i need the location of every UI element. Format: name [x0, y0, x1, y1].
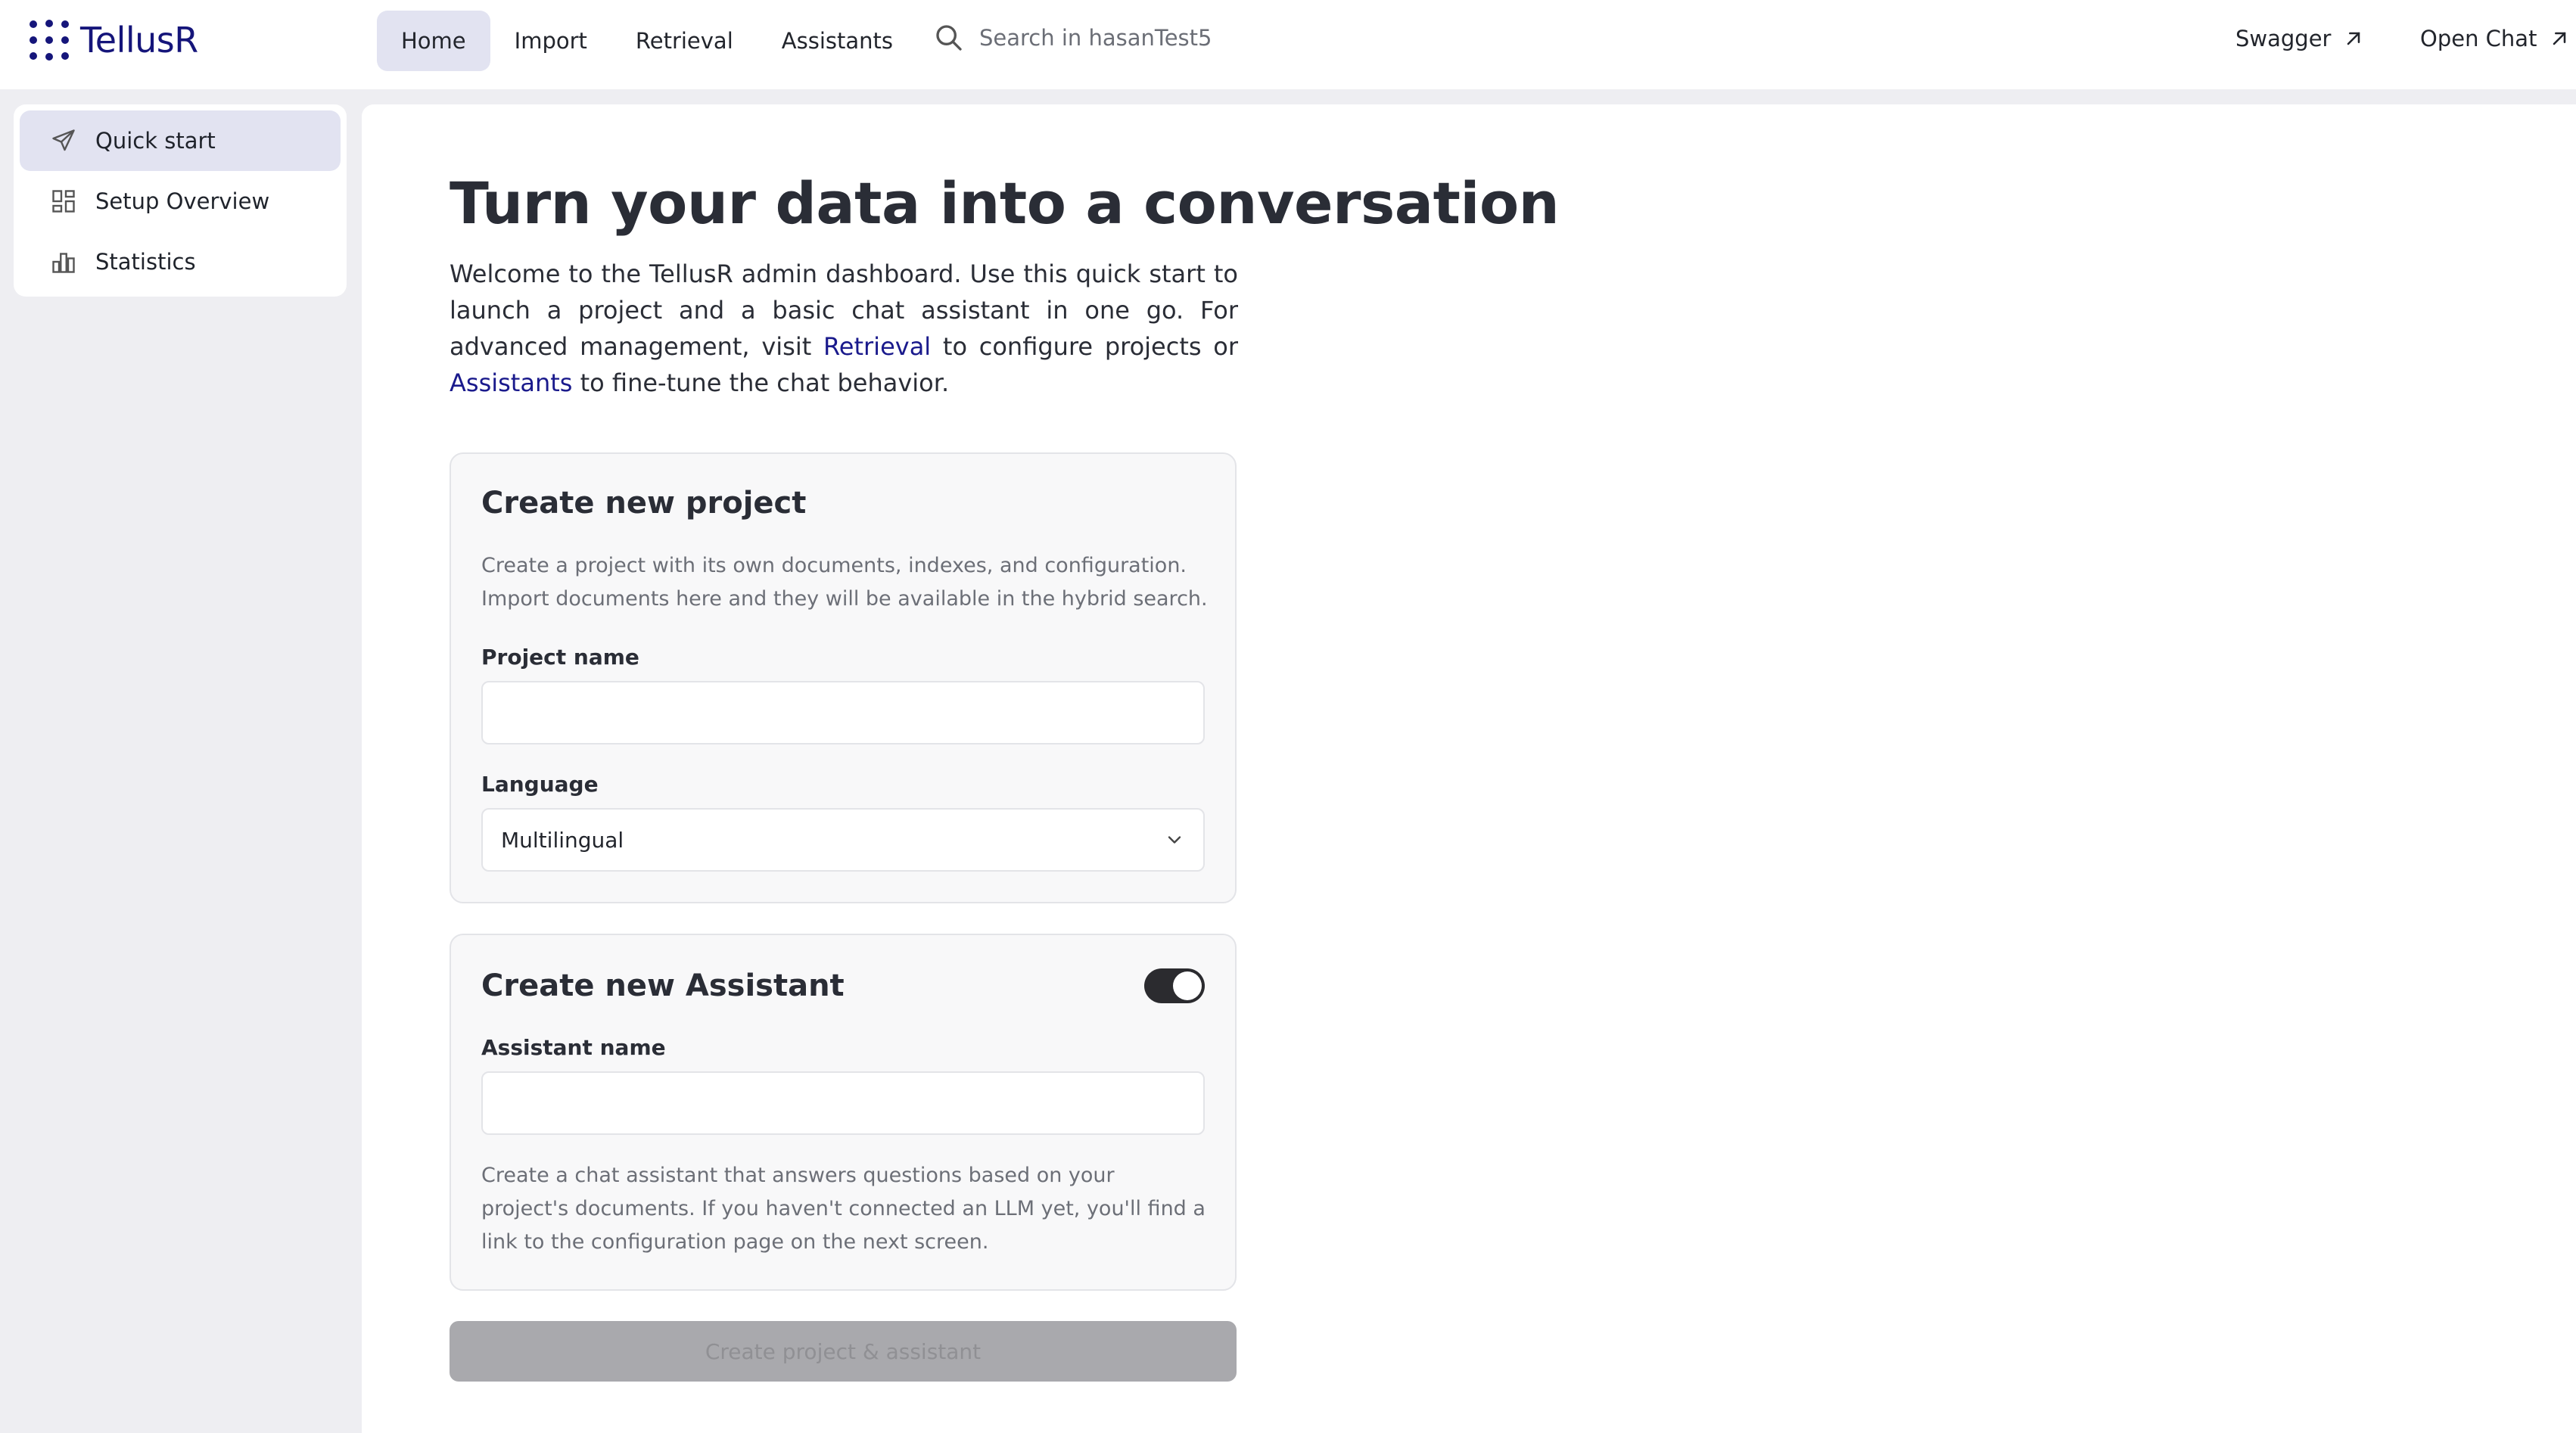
intro-text-part: to configure projects or [931, 332, 1239, 361]
intro-text: Welcome to the TellusR admin dashboard. … [450, 256, 1238, 401]
project-name-label: Project name [481, 645, 639, 670]
create-project-assistant-button[interactable]: Create project & assistant [450, 1321, 1237, 1382]
retrieval-link[interactable]: Retrieval [823, 332, 931, 361]
nav-assistants[interactable]: Assistants [758, 11, 917, 71]
search-bar [934, 23, 1283, 53]
tellusr-logo-icon [30, 20, 69, 61]
arrow-up-right-icon [2553, 32, 2566, 45]
toggle-knob [1173, 971, 1202, 1000]
sidebar-item-label: Quick start [95, 128, 216, 154]
sidebar: Quick start Setup Overview Statistics [14, 104, 347, 297]
language-label: Language [481, 772, 599, 797]
nav-retrieval[interactable]: Retrieval [611, 11, 758, 71]
send-icon [52, 129, 75, 151]
assistant-name-label: Assistant name [481, 1035, 666, 1060]
logo[interactable]: TellusR [29, 20, 198, 61]
language-select[interactable]: Multilingual [481, 808, 1205, 872]
assistant-toggle[interactable] [1144, 968, 1205, 1003]
nav-import[interactable]: Import [490, 11, 611, 71]
open-chat-link-label: Open Chat [2420, 26, 2537, 51]
create-project-description: Create a project with its own documents,… [481, 554, 1208, 611]
dashboard-icon [52, 190, 75, 213]
page-title: Turn your data into a conversation [450, 169, 1560, 237]
top-bar: TellusR Home Import Retrieval Assistants… [0, 0, 2576, 89]
assistant-name-input[interactable] [481, 1071, 1205, 1135]
language-select-value: Multilingual [501, 827, 624, 853]
swagger-link-label: Swagger [2235, 26, 2332, 51]
arrow-up-right-icon [2347, 32, 2360, 45]
chevron-down-icon [1168, 836, 1181, 844]
sidebar-item-label: Setup Overview [95, 188, 270, 214]
main-nav: Home Import Retrieval Assistants [377, 11, 917, 71]
create-assistant-description: Create a chat assistant that answers que… [481, 1164, 1206, 1254]
main-content: Turn your data into a conversation Welco… [362, 104, 2576, 1433]
search-icon [936, 25, 962, 51]
create-assistant-card: Create new Assistant Assistant name Crea… [450, 934, 1237, 1291]
intro-text-part: to fine-tune the chat behavior. [572, 368, 950, 397]
assistants-link[interactable]: Assistants [450, 368, 572, 397]
bar-chart-icon [52, 253, 75, 273]
sidebar-item-quick-start[interactable]: Quick start [20, 110, 341, 171]
open-chat-link[interactable]: Open Chat [2420, 26, 2570, 51]
project-name-input[interactable] [481, 681, 1205, 744]
sidebar-item-setup-overview[interactable]: Setup Overview [20, 171, 341, 232]
nav-home[interactable]: Home [377, 11, 490, 71]
create-assistant-title: Create new Assistant [481, 968, 845, 1003]
create-project-card: Create new project Create a project with… [450, 452, 1237, 903]
create-project-title: Create new project [481, 486, 807, 521]
sidebar-item-label: Statistics [95, 249, 196, 275]
sidebar-item-statistics[interactable]: Statistics [20, 232, 341, 292]
swagger-link[interactable]: Swagger [2235, 26, 2364, 51]
app-name: TellusR [80, 20, 198, 61]
search-input[interactable] [978, 24, 1283, 51]
